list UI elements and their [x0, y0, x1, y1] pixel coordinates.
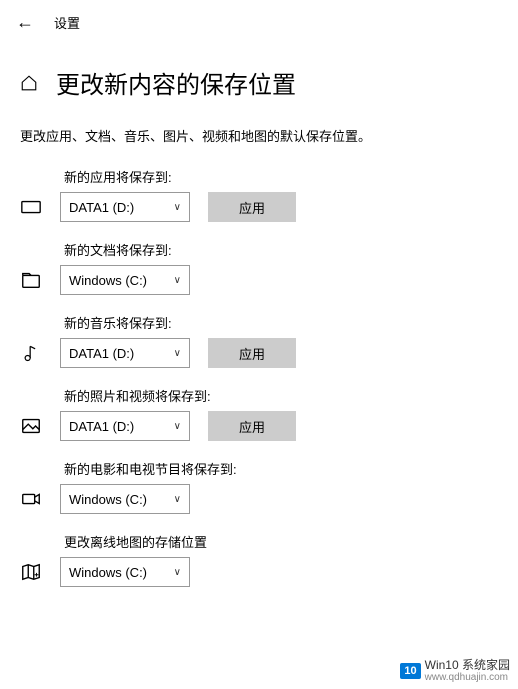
movies-dropdown-value: Windows (C:)	[69, 492, 147, 507]
photos-dropdown[interactable]: DATA1 (D:) ∨	[60, 411, 190, 441]
docs-dropdown-value: Windows (C:)	[69, 273, 147, 288]
chevron-down-icon: ∨	[174, 494, 181, 505]
music-label: 新的音乐将保存到:	[64, 313, 498, 332]
page-title: 更改新内容的保存位置	[56, 65, 296, 100]
music-apply-button[interactable]: 应用	[208, 338, 296, 368]
movies-label: 新的电影和电视节目将保存到:	[64, 459, 498, 478]
chevron-down-icon: ∨	[174, 567, 181, 578]
maps-dropdown[interactable]: Windows (C:) ∨	[60, 557, 190, 587]
music-dropdown[interactable]: DATA1 (D:) ∨	[60, 338, 190, 368]
apps-apply-button[interactable]: 应用	[208, 192, 296, 222]
music-dropdown-value: DATA1 (D:)	[69, 346, 134, 361]
maps-label: 更改离线地图的存储位置	[64, 532, 498, 551]
movies-dropdown[interactable]: Windows (C:) ∨	[60, 484, 190, 514]
page-description: 更改应用、文档、音乐、图片、视频和地图的默认保存位置。	[0, 110, 518, 153]
watermark-url: www.qdhuajin.com	[425, 672, 510, 683]
home-icon[interactable]	[20, 74, 38, 92]
document-icon	[20, 269, 42, 291]
apps-dropdown[interactable]: DATA1 (D:) ∨	[60, 192, 190, 222]
maps-dropdown-value: Windows (C:)	[69, 565, 147, 580]
apps-dropdown-value: DATA1 (D:)	[69, 200, 134, 215]
chevron-down-icon: ∨	[174, 421, 181, 432]
watermark-logo: 10	[400, 663, 420, 679]
back-button[interactable]: ←	[16, 12, 34, 33]
docs-dropdown[interactable]: Windows (C:) ∨	[60, 265, 190, 295]
apps-label: 新的应用将保存到:	[64, 167, 498, 186]
photo-icon	[20, 415, 42, 437]
apps-icon	[20, 196, 42, 218]
chevron-down-icon: ∨	[174, 202, 181, 213]
watermark-text: Win10 系统家园	[425, 659, 510, 672]
watermark: 10 Win10 系统家园 www.qdhuajin.com	[400, 659, 510, 683]
photos-label: 新的照片和视频将保存到:	[64, 386, 498, 405]
music-icon	[20, 342, 42, 364]
photos-dropdown-value: DATA1 (D:)	[69, 419, 134, 434]
window-title: 设置	[54, 13, 80, 32]
chevron-down-icon: ∨	[174, 275, 181, 286]
map-icon	[20, 561, 42, 583]
video-icon	[20, 488, 42, 510]
docs-label: 新的文档将保存到:	[64, 240, 498, 259]
chevron-down-icon: ∨	[174, 348, 181, 359]
photos-apply-button[interactable]: 应用	[208, 411, 296, 441]
